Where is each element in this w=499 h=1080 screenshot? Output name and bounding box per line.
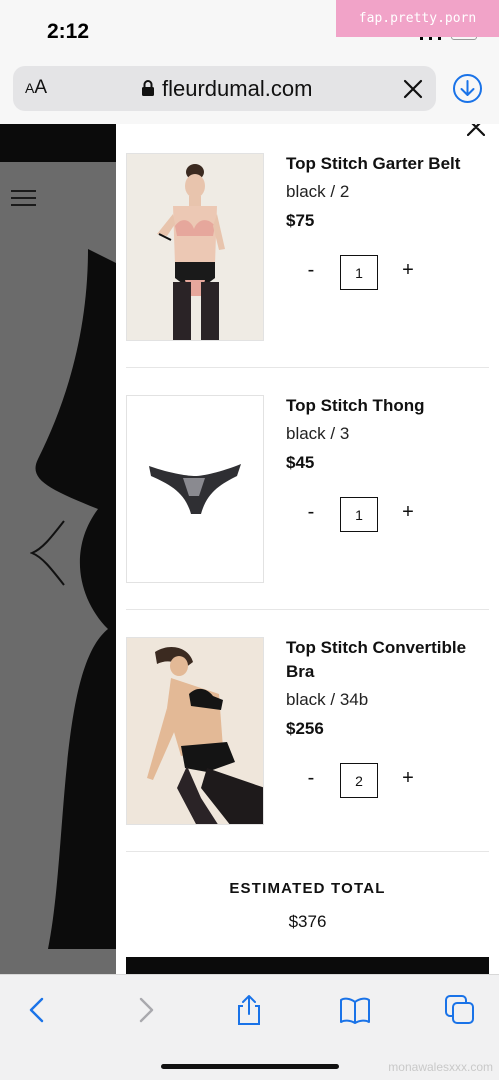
- bookmarks-icon[interactable]: [338, 993, 372, 1027]
- page-overlay[interactable]: [0, 124, 116, 974]
- decrease-quantity-button[interactable]: -: [304, 501, 318, 524]
- text-size-large-label: A: [34, 77, 48, 98]
- estimated-total-label: ESTIMATED TOTAL: [229, 880, 386, 897]
- product-name[interactable]: Top Stitch Garter Belt: [286, 152, 486, 176]
- quantity-input[interactable]: 1: [340, 255, 378, 290]
- product-thumbnail[interactable]: [126, 395, 264, 583]
- increase-quantity-button[interactable]: +: [400, 259, 416, 282]
- share-icon[interactable]: [232, 993, 266, 1027]
- hamburger-menu-icon[interactable]: [11, 190, 36, 206]
- increase-quantity-button[interactable]: +: [400, 767, 416, 790]
- product-price: $75: [286, 211, 315, 230]
- tabs-icon[interactable]: [443, 993, 477, 1027]
- watermark-badge: fap.pretty.porn: [336, 0, 499, 37]
- text-size-button[interactable]: AA: [25, 77, 47, 99]
- decrease-quantity-button[interactable]: -: [304, 259, 318, 282]
- cart-drawer: Top Stitch Garter Belt black / 2 $75 - 1…: [116, 124, 499, 974]
- estimated-total-value: $376: [288, 912, 327, 931]
- home-indicator[interactable]: [161, 1064, 339, 1069]
- divider: [126, 851, 489, 852]
- product-name[interactable]: Top Stitch Convertible Bra: [286, 636, 486, 684]
- divider: [126, 367, 489, 368]
- footer-watermark: monawalesxxx.com: [388, 1060, 493, 1074]
- clear-url-icon[interactable]: [402, 78, 424, 100]
- back-icon[interactable]: [21, 993, 55, 1027]
- product-image: [35, 249, 116, 949]
- text-size-small-label: A: [25, 80, 35, 96]
- status-time: 2:12: [47, 20, 90, 43]
- divider: [126, 609, 489, 610]
- product-thumbnail[interactable]: [126, 153, 264, 341]
- quantity-input[interactable]: 1: [340, 497, 378, 532]
- increase-quantity-button[interactable]: +: [400, 501, 416, 524]
- status-bar: 2:12 fap.pretty.porn: [0, 0, 499, 62]
- url-text[interactable]: fleurdumal.com: [162, 76, 312, 102]
- product-name[interactable]: Top Stitch Thong: [286, 394, 486, 418]
- previous-image-arrow-icon[interactable]: [30, 519, 70, 589]
- quantity-input[interactable]: 2: [340, 763, 378, 798]
- forward-icon[interactable]: [128, 993, 162, 1027]
- close-cart-icon[interactable]: [467, 124, 485, 136]
- lock-icon: [142, 80, 154, 96]
- product-price: $45: [286, 453, 315, 472]
- address-bar[interactable]: AA fleurdumal.com: [13, 66, 436, 111]
- checkout-button[interactable]: [126, 957, 489, 974]
- product-variant: black / 2: [286, 182, 350, 201]
- product-price: $256: [286, 719, 324, 738]
- decrease-quantity-button[interactable]: -: [304, 767, 318, 790]
- product-variant: black / 34b: [286, 690, 369, 709]
- product-variant: black / 3: [286, 424, 350, 443]
- product-thumbnail[interactable]: [126, 637, 264, 825]
- page-header-bar: [0, 124, 116, 162]
- download-icon[interactable]: [452, 73, 483, 104]
